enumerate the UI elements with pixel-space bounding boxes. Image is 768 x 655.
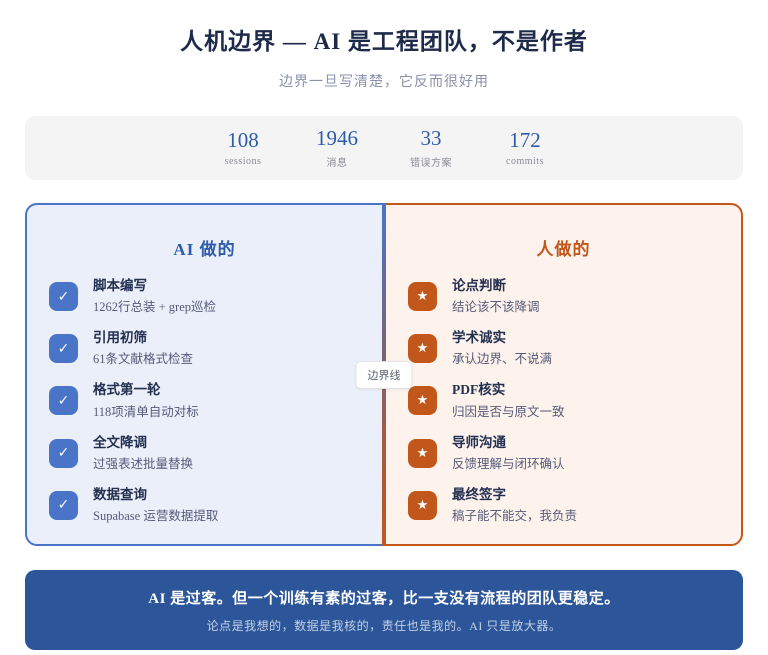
item-title: 格式第一轮 [93,382,161,398]
human-panel-heading: 人做的 [536,240,591,259]
page-title: 人机边界 — AI 是工程团队，不是作者 [180,29,588,54]
item-title: 全文降调 [93,434,147,450]
boundary-label: 边界线 [355,360,413,389]
item-desc: 承认边界、不说满 [452,352,553,367]
item-desc: 61条文献格式检查 [93,352,194,367]
stat-messages: 1946 消息 [311,125,363,170]
stat-value: 33 [420,125,442,150]
human-panel: 人做的 ★ 论点判断 结论该不该降调 ★ 学术诚实 承认边界、不说满 ★ PDF… [386,203,743,546]
item-title: 数据查询 [93,486,147,502]
item-title: 导师沟通 [452,434,506,450]
list-item: ★ PDF核实 归因是否与原文一致 [408,382,721,419]
page-subtitle: 边界一旦写清楚，它反而很好用 [279,75,489,90]
item-title: 脚本编写 [93,278,147,293]
list-item: ✓ 引用初筛 61条文献格式检查 [49,330,362,367]
conclusion-sub: 论点是我想的，数据是我核的，责任也是我的。AI 只是放大器。 [206,619,562,633]
item-desc: 1262行总装 + grep巡检 [93,300,217,315]
list-item: ★ 最终签字 稿子能不能交，我负责 [408,487,721,524]
list-item: ★ 导师沟通 反馈理解与闭环确认 [408,435,721,472]
page: 人机边界 — AI 是工程团队，不是作者 边界一旦写清楚，它反而很好用 108 … [0,0,768,655]
item-desc: 结论该不该降调 [452,300,540,315]
stat-value: 108 [227,127,259,152]
star-icon: ★ [408,386,437,416]
list-item: ★ 学术诚实 承认边界、不说满 [408,330,721,367]
check-icon: ✓ [49,334,78,364]
item-desc: 稿子能不能交，我负责 [452,508,578,523]
stats-bar: 108 sessions 1946 消息 33 错误方案 172 commits [25,116,743,180]
stat-label: sessions [224,156,262,168]
ai-panel-heading: AI 做的 [173,240,236,259]
list-item: ✓ 全文降调 过强表述批量替换 [49,435,362,472]
list-item: ★ 论点判断 结论该不该降调 [408,278,721,315]
list-item: ✓ 格式第一轮 118项清单自动对标 [49,382,362,419]
item-title: 最终签字 [452,486,506,502]
stat-wrong-solutions: 33 错误方案 [405,125,457,170]
item-desc: 118项清单自动对标 [93,404,199,419]
item-title: 论点判断 [452,278,506,293]
stat-commits: 172 commits [499,127,551,168]
star-icon: ★ [408,334,437,364]
item-desc: 过强表述批量替换 [93,456,194,471]
check-icon: ✓ [49,386,78,416]
star-icon: ★ [408,490,437,520]
stat-label: commits [506,156,544,168]
star-icon: ★ [408,282,437,312]
item-desc: 归因是否与原文一致 [452,404,565,419]
item-desc: 反馈理解与闭环确认 [452,456,565,471]
item-desc: Supabase 运营数据提取 [93,508,219,523]
check-icon: ✓ [49,490,78,520]
list-item: ✓ 脚本编写 1262行总装 + grep巡检 [49,278,362,315]
comparison-panels: AI 做的 ✓ 脚本编写 1262行总装 + grep巡检 ✓ 引用初筛 61条… [25,203,743,546]
star-icon: ★ [408,438,437,468]
conclusion-banner: AI 是过客。但一个训练有素的过客，比一支没有流程的团队更稳定。 论点是我想的，… [25,570,743,650]
stat-label: 错误方案 [410,158,452,170]
check-icon: ✓ [49,438,78,468]
stat-sessions: 108 sessions [217,127,269,168]
item-title: PDF核实 [452,382,506,398]
item-title: 引用初筛 [93,330,147,346]
stat-label: 消息 [326,158,348,170]
ai-panel: AI 做的 ✓ 脚本编写 1262行总装 + grep巡检 ✓ 引用初筛 61条… [25,203,382,546]
check-icon: ✓ [49,282,78,312]
stat-value: 172 [509,127,541,152]
list-item: ✓ 数据查询 Supabase 运营数据提取 [49,487,362,524]
conclusion-main: AI 是过客。但一个训练有素的过客，比一支没有流程的团队更稳定。 [148,591,620,607]
stat-value: 1946 [316,125,358,150]
item-title: 学术诚实 [452,330,506,346]
